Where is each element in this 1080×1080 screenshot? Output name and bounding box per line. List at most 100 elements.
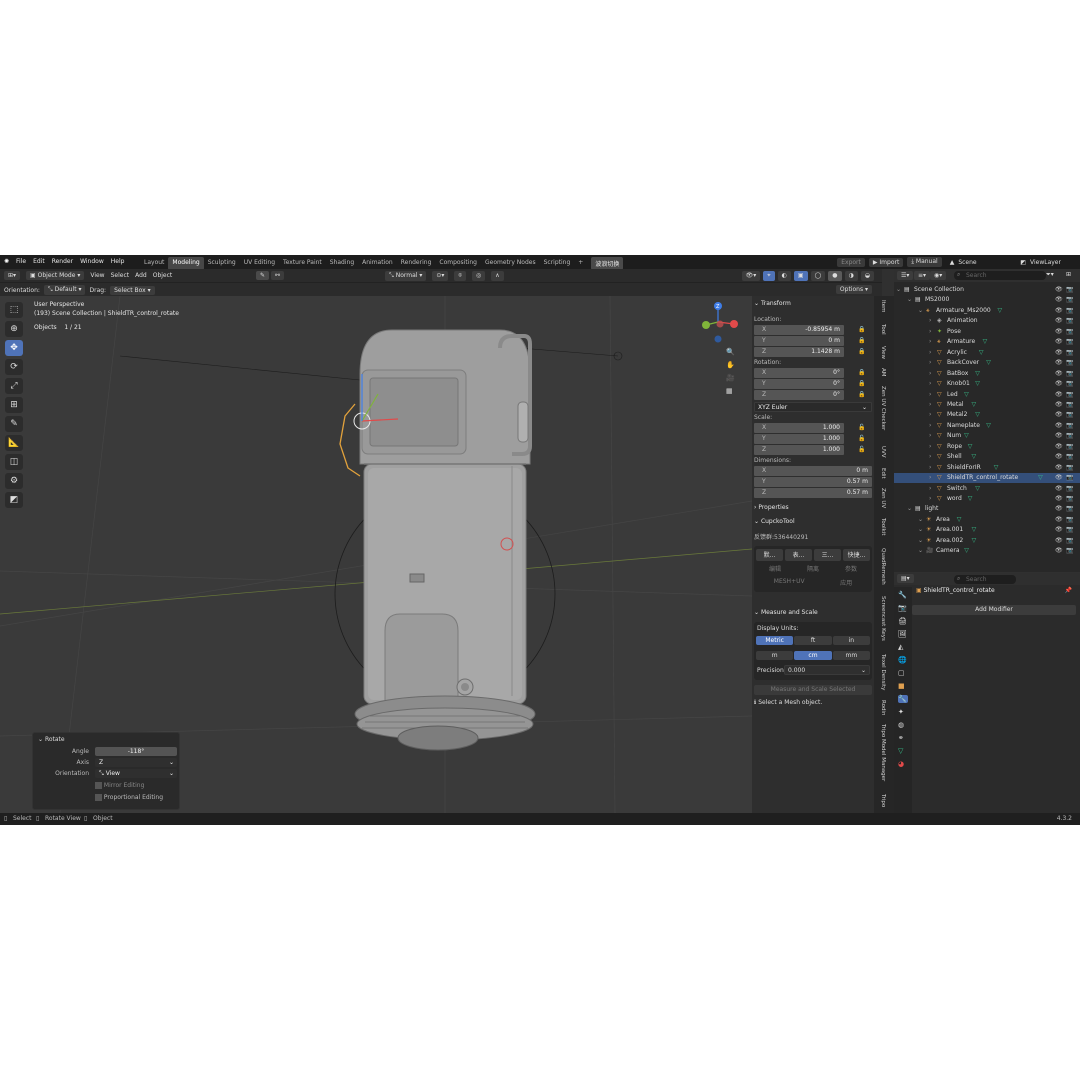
expand-chevron-icon[interactable]: ›	[929, 422, 931, 429]
unlock-icon[interactable]: 🔓	[858, 424, 865, 431]
expand-chevron-icon[interactable]: ›	[929, 391, 931, 398]
constraints-tab-icon[interactable]: ⚭	[898, 734, 908, 742]
unit-mm-button[interactable]: mm	[832, 651, 870, 660]
expand-chevron-icon[interactable]: ›	[929, 432, 931, 439]
visibility-eye-icon[interactable]: 👁	[1055, 453, 1063, 460]
visibility-eye-icon[interactable]: 👁	[1055, 391, 1063, 398]
expand-chevron-icon[interactable]: ›	[929, 338, 931, 345]
outliner-filter-view-icon[interactable]: ◉▾	[930, 271, 947, 280]
tab-item[interactable]: Item	[880, 300, 886, 313]
expand-chevron-icon[interactable]: ›	[929, 349, 931, 356]
render-visibility-icon[interactable]: 📷	[1066, 505, 1073, 512]
expand-chevron-icon[interactable]: ›	[929, 317, 931, 324]
object-name[interactable]: ShieldTR_control_rotate	[924, 587, 995, 594]
display-mode-icon[interactable]: ≡▾	[914, 271, 931, 280]
outliner-row[interactable]: › ▽ ShieldForIR ▽ 👁 📷	[894, 463, 1080, 473]
expand-chevron-icon[interactable]: ⌄	[918, 547, 923, 554]
outliner-row[interactable]: › ▽ Shell ▽ 👁 📷	[894, 452, 1080, 462]
visibility-eye-icon[interactable]: 👁	[1055, 338, 1063, 345]
expand-chevron-icon[interactable]: ›	[929, 370, 931, 377]
render-visibility-icon[interactable]: 📷	[1066, 370, 1073, 377]
tab-edit[interactable]: Edit	[880, 468, 886, 479]
import-button[interactable]: ▶ Import	[868, 257, 904, 267]
visibility-eye-icon[interactable]: 👁	[1055, 485, 1063, 492]
visibility-eye-icon[interactable]: 👁	[1055, 401, 1063, 408]
link-icon[interactable]: ⚯	[271, 271, 285, 280]
render-tab-icon[interactable]: 📷	[898, 604, 908, 612]
outliner-row[interactable]: ⌄ ☀ Area ▽ 👁 📷	[894, 515, 1080, 525]
outliner-row[interactable]: › ▽ Metal2 ▽ 👁 📷	[894, 410, 1080, 420]
scale-y-field[interactable]: Y 1.000	[754, 434, 844, 444]
editor-type-dropdown[interactable]: ⊞▾	[4, 271, 21, 280]
shading-material-icon[interactable]: ◑	[844, 271, 858, 281]
render-visibility-icon[interactable]: 📷	[1066, 516, 1073, 523]
unit-in-button[interactable]: in	[832, 636, 870, 645]
physics-tab-icon[interactable]: ◍	[898, 721, 908, 729]
navigation-gizmo[interactable]: Z 🔍 ✋ 🎥 ▦	[696, 298, 748, 398]
tab-uvv[interactable]: UVV	[880, 446, 886, 458]
scene-icon[interactable]: ▲	[950, 259, 955, 266]
render-visibility-icon[interactable]: 📷	[1066, 401, 1073, 408]
rotation-z-field[interactable]: Z 0°	[754, 390, 844, 400]
expand-chevron-icon[interactable]: ⌄	[918, 307, 923, 314]
lock-icon[interactable]: 🔒	[858, 337, 865, 344]
output-tab-icon[interactable]: 🖨	[898, 617, 908, 625]
cupcko-apply-button[interactable]: 应用	[840, 578, 852, 587]
expand-chevron-icon[interactable]: ›	[929, 485, 931, 492]
lock-icon[interactable]: 🔒	[858, 391, 865, 398]
outliner-row[interactable]: ⌄ ▤ MS2000 👁 📷	[894, 295, 1080, 305]
tab-zen-uv-checker[interactable]: Zen UV Checker	[880, 386, 886, 430]
cupcko-mesh-uv-button[interactable]: MESH+UV	[774, 578, 805, 587]
menu-add[interactable]: Add	[135, 272, 147, 279]
location-z-field[interactable]: Z 1.1428 m	[754, 347, 844, 357]
outliner-row[interactable]: ⌄ ⚹ Armature_Ms2000 ▽ 👁 📷	[894, 306, 1080, 316]
outliner-row[interactable]: › ▽ BatBox ▽ 👁 📷	[894, 369, 1080, 379]
options-dropdown[interactable]: Options ▾	[835, 285, 872, 294]
overlay-falloff-icon[interactable]: ∧	[491, 271, 504, 281]
render-visibility-icon[interactable]: 📷	[1066, 317, 1073, 324]
cupcko-params-button[interactable]: 参数	[845, 564, 857, 573]
render-visibility-icon[interactable]: 📷	[1066, 380, 1073, 387]
zoom-icon[interactable]: 🔍	[726, 348, 735, 356]
expand-chevron-icon[interactable]: ⌄	[896, 286, 901, 293]
outliner-row[interactable]: › ▽ Switch ▽ 👁 📷	[894, 484, 1080, 494]
render-visibility-icon[interactable]: 📷	[1066, 328, 1073, 335]
rotation-y-field[interactable]: Y 0°	[754, 379, 844, 389]
expand-chevron-icon[interactable]: ⌄	[918, 537, 923, 544]
drag-dropdown[interactable]: Select Box ▾	[110, 285, 155, 295]
visibility-eye-icon[interactable]: 👁	[1055, 464, 1063, 471]
visibility-eye-icon[interactable]: 👁	[1055, 411, 1063, 418]
menu-select[interactable]: Select	[111, 272, 130, 279]
orientation-dropdown-rot[interactable]: ⤡ View ⌄	[95, 769, 177, 778]
expand-chevron-icon[interactable]: ›	[929, 464, 931, 471]
outliner-row[interactable]: › ▽ Metal ▽ 👁 📷	[894, 400, 1080, 410]
outliner-row[interactable]: › ◈ Animation 👁 📷	[894, 316, 1080, 326]
visibility-icon[interactable]: 👁▾	[741, 271, 761, 281]
visibility-eye-icon[interactable]: 👁	[1055, 380, 1063, 387]
menu-view[interactable]: View	[90, 272, 104, 279]
rotate-panel-header[interactable]: ⌄ Rotate	[38, 736, 65, 743]
cupcko-btn-3[interactable]: 三...	[814, 549, 841, 561]
unit-metric-button[interactable]: Metric	[756, 636, 794, 645]
orientation-dropdown[interactable]: ⤡ Default ▾	[43, 285, 86, 295]
render-visibility-icon[interactable]: 📷	[1066, 296, 1073, 303]
render-visibility-icon[interactable]: 📷	[1066, 359, 1073, 366]
3d-viewport[interactable]: User Perspective (193) Scene Collection …	[0, 296, 752, 813]
visibility-eye-icon[interactable]: 👁	[1055, 370, 1063, 377]
outliner-row[interactable]: › ✦ Pose 👁 📷	[894, 327, 1080, 337]
manual-button[interactable]: ⤓ Manual	[907, 257, 942, 267]
lock-icon[interactable]: 🔒	[858, 348, 865, 355]
add-modifier-button[interactable]: Add Modifier	[912, 605, 1076, 615]
expand-chevron-icon[interactable]: ›	[929, 495, 931, 502]
outliner-row[interactable]: › ⚹ Armature ▽ 👁 📷	[894, 337, 1080, 347]
pan-hand-icon[interactable]: ✋	[726, 361, 735, 369]
tool-tab-icon[interactable]: 🔧	[898, 591, 908, 599]
corner-tool-icon[interactable]: ◩	[5, 492, 23, 508]
view-layer-tab-icon[interactable]: 🖼	[898, 630, 908, 638]
shading-rendered-icon[interactable]: ◒	[860, 271, 874, 281]
properties-search-input[interactable]: ⌕ Search	[954, 575, 1016, 584]
dimensions-y-field[interactable]: Y 0.57 m	[754, 477, 872, 487]
precision-dropdown[interactable]: 0.000 ⌄	[784, 665, 870, 675]
pin-icon[interactable]: 📌	[1065, 587, 1072, 594]
render-visibility-icon[interactable]: 📷	[1066, 464, 1073, 471]
